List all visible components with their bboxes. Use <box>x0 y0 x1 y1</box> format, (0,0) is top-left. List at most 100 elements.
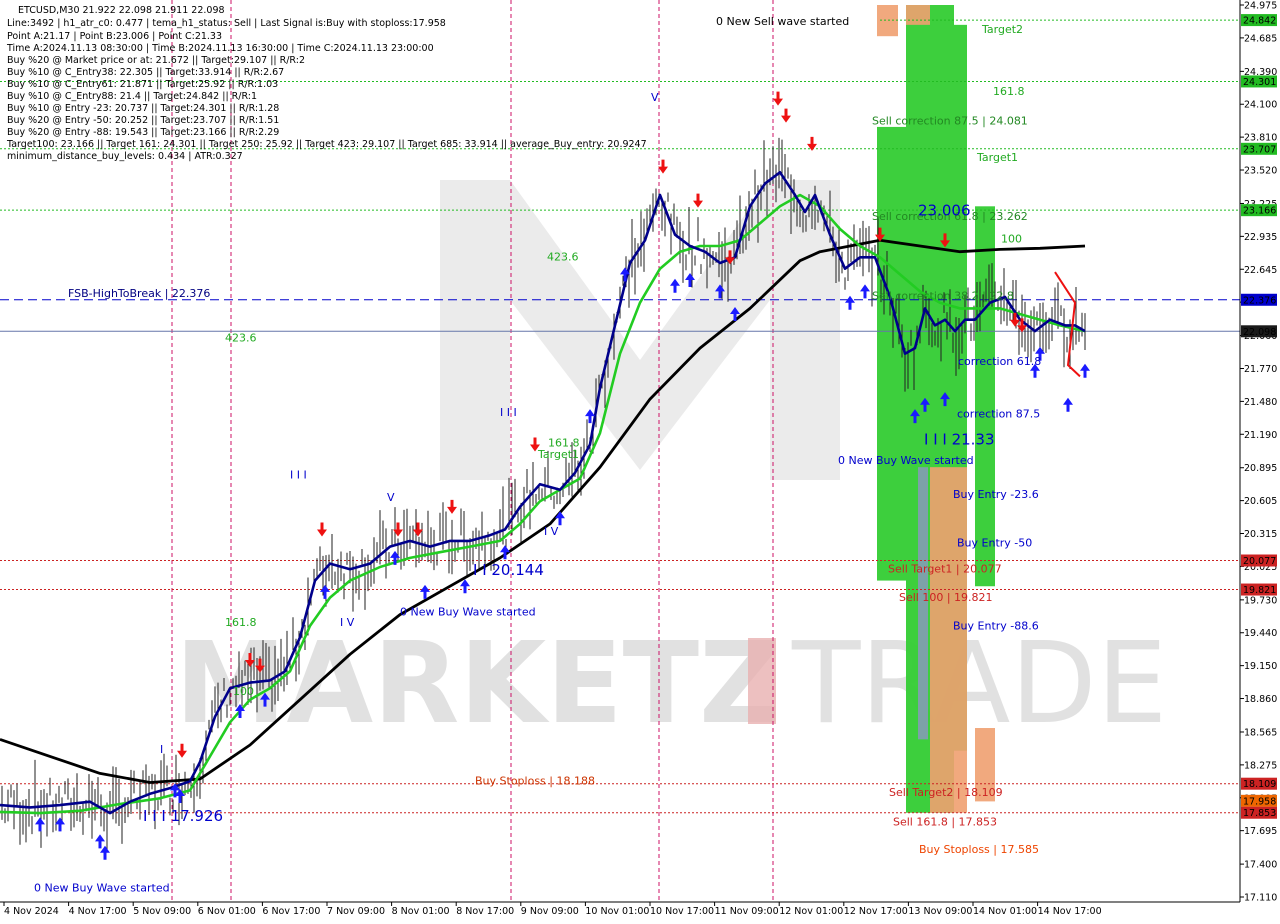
time-tick-label: 10 Nov 17:00 <box>650 906 714 917</box>
chart-annotation-label: 0 New Buy Wave started <box>34 881 170 894</box>
price-tag-label: 20.077 <box>1243 556 1276 567</box>
time-tick-label: 14 Nov 17:00 <box>1038 906 1102 917</box>
info-line-12: minimum_distance_buy_levels: 0.434 | ATR… <box>7 151 243 162</box>
price-tick-label: 22.645 <box>1244 265 1277 276</box>
price-tick-label: 17.695 <box>1244 826 1277 837</box>
price-tick-label: 17.400 <box>1244 860 1277 871</box>
green-signal-box <box>877 126 898 581</box>
price-tick-label: 19.440 <box>1244 628 1277 639</box>
chart-annotation-label: I I 20.144 <box>473 561 544 579</box>
orange-signal-box <box>906 5 930 25</box>
info-line-1: Line:3492 | h1_atr_c0: 0.477 | tema_h1_s… <box>7 18 446 29</box>
time-tick-label: 12 Nov 01:00 <box>779 906 843 917</box>
price-tag-label: 23.707 <box>1243 144 1276 155</box>
time-axis-ticks: 4 Nov 2024 4 Nov 17:00 5 Nov 09:00 6 Nov 01… <box>3 902 1102 917</box>
price-tick-label: 19.730 <box>1244 595 1277 606</box>
orange-signal-box <box>877 5 898 37</box>
chart-annotation-label: V <box>387 491 395 504</box>
chart-annotation-label: 161.8 <box>993 85 1025 98</box>
chart-annotation-label: Buy Stoploss | 17.585 <box>919 843 1039 856</box>
chart-annotation-label: Sell Target1 | 20.077 <box>888 563 1002 576</box>
chart-annotation-label: I V <box>340 616 355 629</box>
chart: MARKETZ TRADE 0 New Sell wave started Tar… <box>0 0 1280 920</box>
time-tick-label: 11 Nov 09:00 <box>715 906 779 917</box>
price-tick-label: 22.935 <box>1244 232 1277 243</box>
time-tick-label: 7 Nov 09:00 <box>327 906 385 917</box>
current-price-label: 22.098 <box>1243 327 1276 338</box>
price-tick-label: 20.605 <box>1244 496 1277 507</box>
info-line-6: Buy %10 @ C_Entry61: 21.871 || Target:25… <box>7 79 278 90</box>
chart-annotation-label: Sell correction 38.2 | 22.8 <box>872 289 1014 302</box>
chart-annotation-label: Target1 <box>537 448 579 461</box>
price-tick-label: 24.975 <box>1244 1 1277 12</box>
info-line-3: Time A:2024.11.13 08:30:00 | Time B:2024… <box>6 43 434 54</box>
price-tag-label: 22.376 <box>1243 295 1276 306</box>
time-tick-label: 4 Nov 2024 <box>4 906 59 917</box>
chart-annotation-label: Sell 161.8 | 17.853 <box>893 816 997 829</box>
price-tick-label: 23.520 <box>1244 166 1277 177</box>
price-tag-label: 24.842 <box>1243 16 1276 27</box>
chart-annotation-label: 23.006 <box>918 201 971 219</box>
chart-annotation-label: correction 61.8 <box>958 355 1041 368</box>
price-tick-label: 18.275 <box>1244 760 1277 771</box>
price-tag-label: 19.821 <box>1243 585 1276 596</box>
chart-annotation-label: 423.6 <box>547 251 579 264</box>
price-tick-label: 23.810 <box>1244 133 1277 144</box>
price-tag-label: 17.958 <box>1243 796 1276 807</box>
price-tick-label: 18.565 <box>1244 728 1277 739</box>
chart-annotation-label: Target2 <box>981 23 1023 36</box>
info-line-4: Buy %20 @ Market price or at: 21.672 || … <box>7 55 305 66</box>
chart-annotation-label: I I I <box>500 406 517 419</box>
chart-annotation-label: Sell 100 | 19.821 <box>899 591 993 604</box>
info-line-11: Target100: 23.166 || Target 161: 24.301 … <box>6 139 647 150</box>
time-tick-label: 6 Nov 01:00 <box>198 906 256 917</box>
info-line-9: Buy %20 @ Entry -50: 20.252 || Target:23… <box>7 115 279 126</box>
price-tag-label: 24.301 <box>1243 77 1276 88</box>
time-tick-label: 14 Nov 01:00 <box>973 906 1037 917</box>
chart-annotation-label: 161.8 <box>225 616 257 629</box>
chart-annotation-label: Buy Stoploss | 18.188 <box>475 775 595 788</box>
price-tick-label: 20.895 <box>1244 463 1277 474</box>
price-tick-label: 18.860 <box>1244 694 1277 705</box>
chart-annotation-label: I <box>160 743 163 756</box>
chart-title: ETCUSD,M30 21.922 22.098 21.911 22.098 <box>18 5 225 16</box>
orange-signal-box <box>930 467 967 813</box>
chart-annotation-label: 0 New Buy Wave started <box>400 606 536 619</box>
chart-annotation-label: Target1 <box>976 151 1018 164</box>
price-tag-label: 18.109 <box>1243 779 1276 790</box>
chart-annotation-label: I I I 21.33 <box>924 431 995 449</box>
time-tick-label: 12 Nov 17:00 <box>844 906 908 917</box>
chart-annotation-label: Sell Target2 | 18.109 <box>889 786 1003 799</box>
watermark-divider-bar <box>748 638 776 724</box>
price-chart-svg: MARKETZ TRADE 0 New Sell wave startedTar… <box>0 0 1277 917</box>
chart-annotation-label: I V <box>544 525 559 538</box>
chart-annotation-label: V <box>651 91 659 104</box>
time-tick-label: 8 Nov 01:00 <box>392 906 450 917</box>
price-tick-label: 21.190 <box>1244 430 1277 441</box>
chart-annotation-label: 423.6 <box>225 331 257 344</box>
info-line-5: Buy %10 @ C_Entry38: 22.305 || Target:33… <box>7 67 284 78</box>
price-tick-label: 21.770 <box>1244 364 1277 375</box>
chart-annotation-label: correction 87.5 <box>957 407 1040 420</box>
chart-annotation-label: Buy Entry -50 <box>957 537 1032 550</box>
info-line-10: Buy %20 @ Entry -88: 19.543 || Target:23… <box>7 127 279 138</box>
chart-annotation-label: Buy Entry -88.6 <box>953 619 1039 632</box>
time-tick-label: 9 Nov 09:00 <box>521 906 579 917</box>
info-line-2: Point A:21.17 | Point B:23.006 | Point C… <box>7 31 222 42</box>
chart-annotation-label: 0 New Buy Wave started <box>838 454 974 467</box>
time-tick-label: 8 Nov 17:00 <box>456 906 514 917</box>
chart-annotation-label: I I I 17.926 <box>143 807 223 825</box>
price-tick-label: 19.150 <box>1244 661 1277 672</box>
chart-annotation-label: 100 <box>233 685 254 698</box>
chart-annotation-label: 100 <box>1001 233 1022 246</box>
chart-annotation-label: Buy Entry -23.6 <box>953 488 1039 501</box>
time-tick-label: 13 Nov 09:00 <box>908 906 972 917</box>
price-tag-label: 17.853 <box>1243 808 1276 819</box>
chart-annotation-label: Sell correction 87.5 | 24.081 <box>872 115 1028 128</box>
chart-annotation-label: FSB-HighToBreak | 22.376 <box>68 287 210 300</box>
price-tick-label: 20.315 <box>1244 529 1277 540</box>
info-line-7: Buy %10 @ C_Entry88: 21.4 || Target:24.8… <box>7 91 257 102</box>
time-tick-label: 6 Nov 17:00 <box>262 906 320 917</box>
time-tick-label: 10 Nov 01:00 <box>585 906 649 917</box>
price-tag-label: 23.166 <box>1243 206 1276 217</box>
